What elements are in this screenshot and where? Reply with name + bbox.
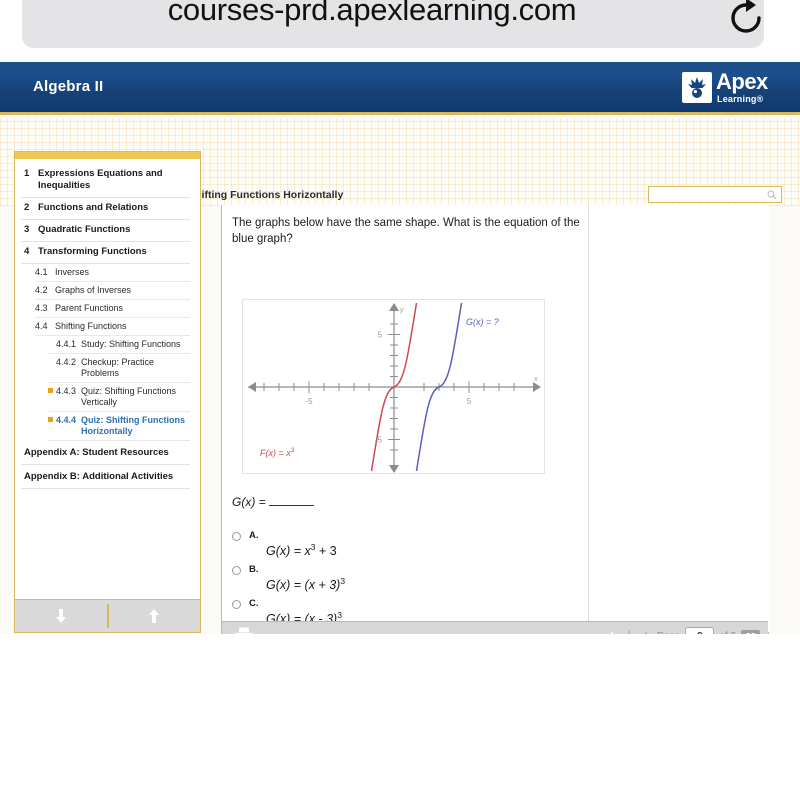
option-b[interactable]: B. G(x) = (x + 3)3 [232, 564, 572, 598]
lesson-4-3-number: 4.3 [35, 303, 48, 313]
page-background [0, 634, 800, 802]
activity-4-4-4-number: 4.4.4 [56, 415, 77, 425]
question-area: The graphs below have the same shape. Wh… [222, 205, 589, 632]
reload-icon[interactable] [722, 0, 770, 42]
answer-prompt-label: G(x) = [232, 495, 266, 509]
search-box[interactable] [648, 186, 782, 203]
apex-learning-logo: Apex Learning® [682, 70, 787, 108]
unit-4-number: 4 [24, 246, 30, 257]
sidebar-item-activity-4-4-1[interactable]: 4.4.1 Study: Shifting Functions [48, 336, 190, 354]
sidebar-item-appendix-a[interactable]: Appendix A: Student Resources [21, 441, 190, 465]
option-b-equation: G(x) = (x + 3)3 [266, 576, 345, 592]
content-right-pane [590, 205, 769, 632]
option-a-pre: G(x) = x [266, 544, 311, 559]
content-panel: The graphs below have the same shape. Wh… [221, 205, 769, 634]
lesson-4-2-label: Graphs of Inverses [55, 285, 132, 295]
sidebar-item-lesson-4-2[interactable]: 4.2 Graphs of Inverses [35, 282, 190, 300]
activity-4-4-1-number: 4.4.1 [56, 339, 77, 349]
browser-chrome: courses-prd.apexlearning.com [0, 0, 800, 62]
sidebar-item-unit-3[interactable]: 3 Quadratic Functions [21, 220, 190, 242]
arrow-up-icon [149, 609, 160, 623]
unit-3-label: Quadratic Functions [38, 224, 131, 235]
option-b-exponent: 3 [340, 576, 346, 586]
unit-2-label: Functions and Relations [38, 202, 149, 213]
sidebar-item-activity-4-4-3[interactable]: 4.4.3 Quiz: Shifting Functions Verticall… [48, 383, 190, 412]
address-bar[interactable]: courses-prd.apexlearning.com [22, 0, 764, 48]
sidebar-item-unit-4[interactable]: 4 Transforming Functions [21, 242, 190, 264]
apex-app: Algebra II Apex Learning® UNIT 4 > LESSO… [0, 62, 800, 634]
unit-4-label: Transforming Functions [38, 246, 147, 257]
option-a-letter: A. [249, 530, 259, 541]
unit-1-number: 1 [24, 168, 30, 179]
option-b-pre: G(x) = (x + 3) [266, 578, 341, 593]
search-icon[interactable] [767, 190, 777, 200]
lesson-4-1-number: 4.1 [35, 267, 48, 277]
sidebar-item-appendix-b[interactable]: Appendix B: Additional Activities [21, 465, 190, 489]
pagination-controls: Page of 2 GO [606, 622, 760, 634]
sidebar-item-unit-2[interactable]: 2 Functions and Relations [21, 198, 190, 220]
sidebar-item-lesson-4-1[interactable]: 4.1 Inverses [35, 264, 190, 282]
activity-4-4-1-label: Study: Shifting Functions [81, 339, 181, 349]
apex-logo-mark-icon [682, 72, 712, 103]
answer-prompt: G(x) = [232, 495, 314, 509]
content-toolbar: Page of 2 GO [222, 621, 768, 634]
activity-4-4-3-bullet-icon [48, 386, 56, 393]
unit-1-label: Expressions Equations and Inequalities [38, 168, 163, 191]
sidebar-item-lesson-4-3[interactable]: 4.3 Parent Functions [35, 300, 190, 318]
toc-scroll-controls [15, 599, 200, 632]
page-number-input[interactable] [685, 627, 715, 634]
app-header: Algebra II Apex Learning® [0, 62, 800, 115]
option-a-radio[interactable] [232, 532, 241, 541]
curve-label-g: G(x) = ? [466, 317, 499, 327]
apex-logo-tagline: Learning® [717, 94, 764, 104]
apex-logo-word: Apex [716, 69, 768, 94]
sidebar-item-lesson-4-4[interactable]: 4.4 Shifting Functions [35, 318, 190, 336]
unit-2-number: 2 [24, 202, 30, 213]
function-graph: -5 5 5 -5 x y F(x) = x3 G(x) = ? [242, 299, 552, 476]
option-c-exponent: 3 [337, 610, 342, 620]
activity-4-4-2-bullet [48, 357, 56, 359]
activity-4-4-4-label: Quiz: Shifting Functions Horizontally [81, 415, 185, 436]
option-a-post: + 3 [315, 544, 337, 559]
toc-scroll-down-button[interactable] [15, 600, 107, 632]
arrow-down-icon [55, 609, 66, 623]
option-c-radio[interactable] [232, 600, 241, 609]
activity-4-4-1-bullet [48, 339, 56, 341]
url-text: courses-prd.apexlearning.com [167, 0, 577, 27]
question-text: The graphs below have the same shape. Wh… [232, 217, 580, 245]
toc-body: 1 Expressions Equations and Inequalities… [15, 159, 200, 551]
option-b-letter: B. [249, 564, 259, 575]
answer-blank [268, 505, 314, 506]
course-title: Algebra II [33, 78, 104, 95]
activity-4-4-3-label: Quiz: Shifting Functions Vertically [81, 386, 177, 407]
lesson-4-4-number: 4.4 [35, 321, 48, 331]
curve-label-f-exponent: 3 [290, 447, 295, 454]
table-of-contents: 1 Expressions Equations and Inequalities… [14, 151, 201, 633]
lesson-4-2-number: 4.2 [35, 285, 48, 295]
sidebar-item-unit-1[interactable]: 1 Expressions Equations and Inequalities [21, 164, 190, 198]
sidebar-item-activity-4-4-4[interactable]: 4.4.4 Quiz: Shifting Functions Horizonta… [48, 412, 190, 441]
activity-4-4-4-bullet-icon [48, 415, 56, 422]
curve-label-f-text: F(x) = x [260, 448, 291, 458]
print-icon[interactable] [234, 627, 254, 634]
lesson-4-1-label: Inverses [55, 267, 90, 277]
option-a[interactable]: A. G(x) = x3 + 3 [232, 530, 572, 564]
curve-label-f: F(x) = x3 [260, 447, 294, 458]
lesson-4-3-label: Parent Functions [55, 303, 124, 313]
toc-top-accent [15, 152, 200, 159]
toc-scroll-up-button[interactable] [109, 600, 201, 632]
option-b-radio[interactable] [232, 566, 241, 575]
lesson-4-4-label: Shifting Functions [55, 321, 127, 331]
activity-4-4-2-number: 4.4.2 [56, 357, 77, 367]
option-c-letter: C. [249, 598, 259, 609]
option-a-equation: G(x) = x3 + 3 [266, 542, 337, 558]
unit-3-number: 3 [24, 224, 30, 235]
activity-4-4-3-number: 4.4.3 [56, 386, 77, 396]
sidebar-item-activity-4-4-2[interactable]: 4.4.2 Checkup: Practice Problems [48, 354, 190, 383]
search-input[interactable] [652, 188, 764, 201]
activity-4-4-2-label: Checkup: Practice Problems [81, 357, 155, 378]
